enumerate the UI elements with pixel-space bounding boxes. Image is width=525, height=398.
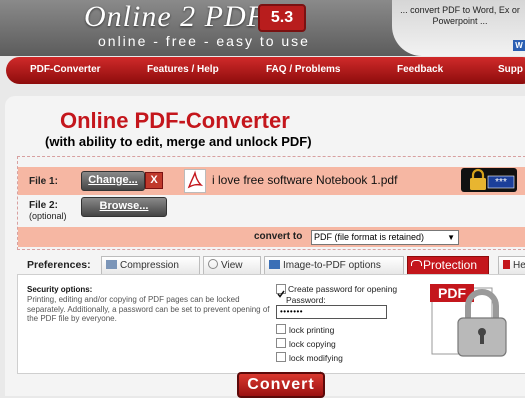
- nav-features-help[interactable]: Features / Help: [147, 64, 219, 75]
- magnifier-icon: [208, 259, 218, 269]
- password-lock-icon: ***: [461, 168, 517, 192]
- lock-copying-checkbox[interactable]: [276, 338, 286, 348]
- tab-view[interactable]: View: [203, 256, 261, 274]
- compression-icon: [106, 260, 117, 269]
- checkmark-icon: [277, 290, 285, 298]
- file1-name: i love free software Notebook 1.pdf: [212, 173, 398, 187]
- file1-label: File 1:: [29, 176, 58, 187]
- file2-optional: (optional): [29, 211, 67, 221]
- file2-label: File 2:: [29, 200, 58, 211]
- nav-faq-problems[interactable]: FAQ / Problems: [266, 64, 340, 75]
- lock-printing-checkbox[interactable]: [276, 324, 286, 334]
- password-input[interactable]: •••••••: [276, 305, 387, 319]
- convert-button[interactable]: Convert: [237, 372, 325, 398]
- tab-help[interactable]: He: [498, 256, 525, 274]
- password-label: Password:: [286, 295, 326, 305]
- pdf-file-icon: [184, 169, 206, 193]
- help-icon: [503, 260, 510, 269]
- tab-image-to-pdf[interactable]: Image-to-PDF options: [264, 256, 404, 274]
- security-options-title: Security options:: [27, 285, 93, 294]
- remove-file-button[interactable]: X: [145, 172, 163, 189]
- page-title: Online PDF-Converter: [60, 108, 290, 133]
- nav-pdf-converter[interactable]: PDF-Converter: [30, 64, 101, 75]
- pdf-graphic-label: PDF: [438, 285, 466, 301]
- tab-protection[interactable]: Protection: [407, 256, 489, 274]
- nav-support[interactable]: Supp: [498, 64, 523, 75]
- tab-compression[interactable]: Compression: [101, 256, 200, 274]
- pdf-padlock-graphic: PDF: [430, 280, 520, 360]
- lock-icon: [411, 260, 422, 266]
- browse-button[interactable]: Browse...: [81, 197, 167, 217]
- lock-copying-label: lock copying: [289, 339, 336, 349]
- convert-to-value: PDF (file format is retained): [314, 232, 425, 242]
- lock-printing-label: lock printing: [289, 325, 335, 335]
- lock-modifying-label: lock modifying: [289, 353, 343, 363]
- word-icon[interactable]: W: [513, 40, 525, 51]
- create-password-checkbox[interactable]: [276, 284, 286, 298]
- site-logo[interactable]: Online 2 PDF: [84, 0, 266, 34]
- change-file-button[interactable]: Change...: [81, 171, 145, 191]
- page-subtitle: (with ability to edit, merge and unlock …: [45, 134, 312, 149]
- chevron-down-icon: ▼: [447, 233, 455, 242]
- main-nav: PDF-Converter Features / Help FAQ / Prob…: [6, 57, 525, 84]
- convert-to-label: convert to: [254, 231, 303, 242]
- password-stars: ***: [495, 177, 507, 188]
- convert-to-select[interactable]: PDF (file format is retained) ▼: [311, 230, 459, 245]
- security-options-description: Printing, editing and/or copying of PDF …: [27, 295, 270, 323]
- site-tagline: online - free - easy to use: [98, 33, 310, 49]
- image-icon: [269, 260, 280, 269]
- nav-feedback[interactable]: Feedback: [397, 64, 443, 75]
- create-password-label: Create password for opening: [288, 284, 398, 294]
- preferences-label: Preferences:: [27, 259, 91, 271]
- header-promo-text[interactable]: ... convert PDF to Word, Ex or Powerpoin…: [395, 5, 525, 27]
- lock-modifying-checkbox[interactable]: [276, 352, 286, 362]
- version-badge: 5.3: [258, 4, 306, 32]
